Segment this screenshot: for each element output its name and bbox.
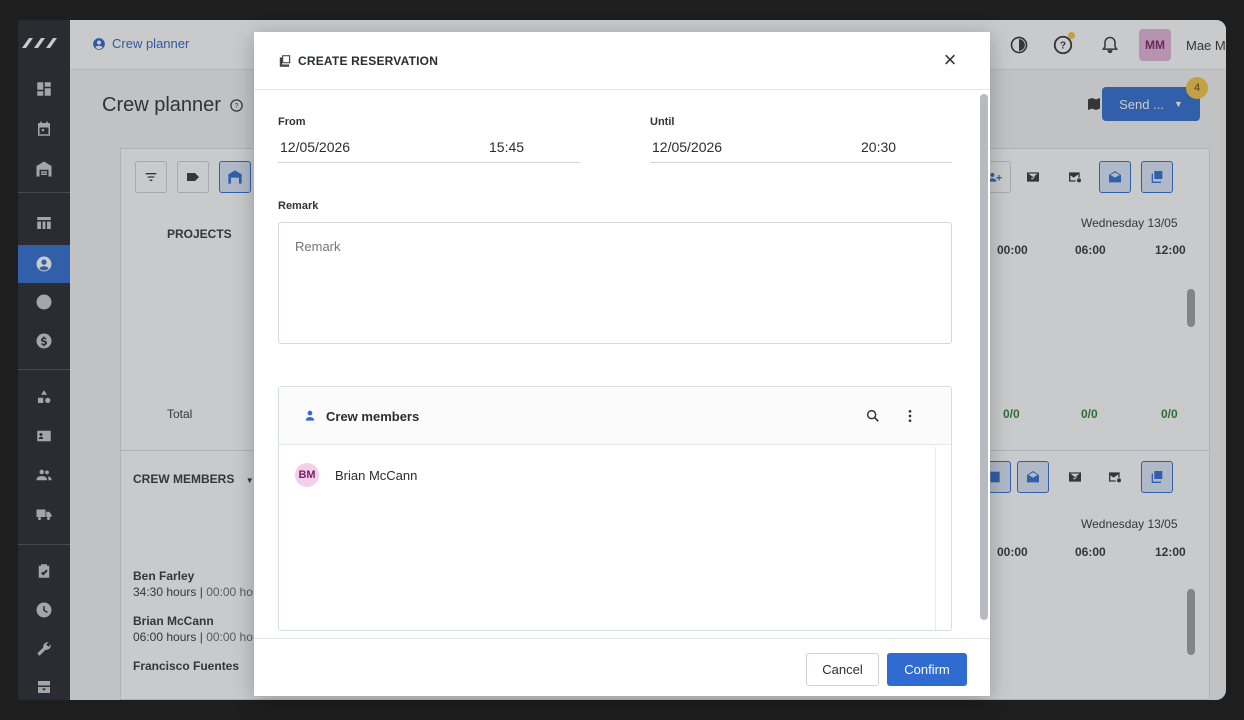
crew-list-item[interactable]: BM Brian McCann bbox=[295, 463, 417, 487]
create-reservation-dialog: CREATE RESERVATION × From 12/05/2026 15:… bbox=[254, 32, 990, 696]
from-underline bbox=[278, 162, 580, 163]
more-vertical-icon[interactable] bbox=[902, 408, 918, 424]
dialog-title: CREATE RESERVATION bbox=[278, 54, 438, 68]
reservation-icon bbox=[279, 55, 291, 67]
crew-members-section: Crew members BM Brian McCann bbox=[278, 386, 952, 631]
person-icon bbox=[305, 410, 315, 421]
search-icon[interactable] bbox=[865, 408, 881, 424]
avatar: BM bbox=[295, 463, 319, 487]
remark-label: Remark bbox=[278, 200, 319, 212]
remark-textarea[interactable] bbox=[278, 222, 952, 344]
dialog-title-text: CREATE RESERVATION bbox=[298, 54, 439, 68]
crew-section-title: Crew members bbox=[326, 409, 420, 424]
crew-section-header: Crew members bbox=[279, 387, 951, 445]
crew-member-name: Brian McCann bbox=[335, 467, 418, 483]
until-time-input[interactable]: 20:30 bbox=[861, 139, 896, 155]
dialog-footer: Cancel Confirm bbox=[254, 638, 990, 696]
cancel-button[interactable]: Cancel bbox=[806, 653, 879, 686]
from-date-input[interactable]: 12/05/2026 bbox=[280, 139, 350, 155]
crew-list-scrollbar[interactable] bbox=[935, 447, 949, 630]
confirm-button[interactable]: Confirm bbox=[887, 653, 967, 686]
until-underline bbox=[650, 162, 952, 163]
dialog-header: CREATE RESERVATION × bbox=[254, 32, 990, 90]
until-date-input[interactable]: 12/05/2026 bbox=[652, 139, 722, 155]
from-label: From bbox=[278, 116, 306, 128]
dialog-scrollbar[interactable] bbox=[980, 94, 988, 620]
close-icon[interactable]: × bbox=[940, 49, 960, 71]
from-time-input[interactable]: 15:45 bbox=[489, 139, 524, 155]
until-label: Until bbox=[650, 116, 675, 128]
